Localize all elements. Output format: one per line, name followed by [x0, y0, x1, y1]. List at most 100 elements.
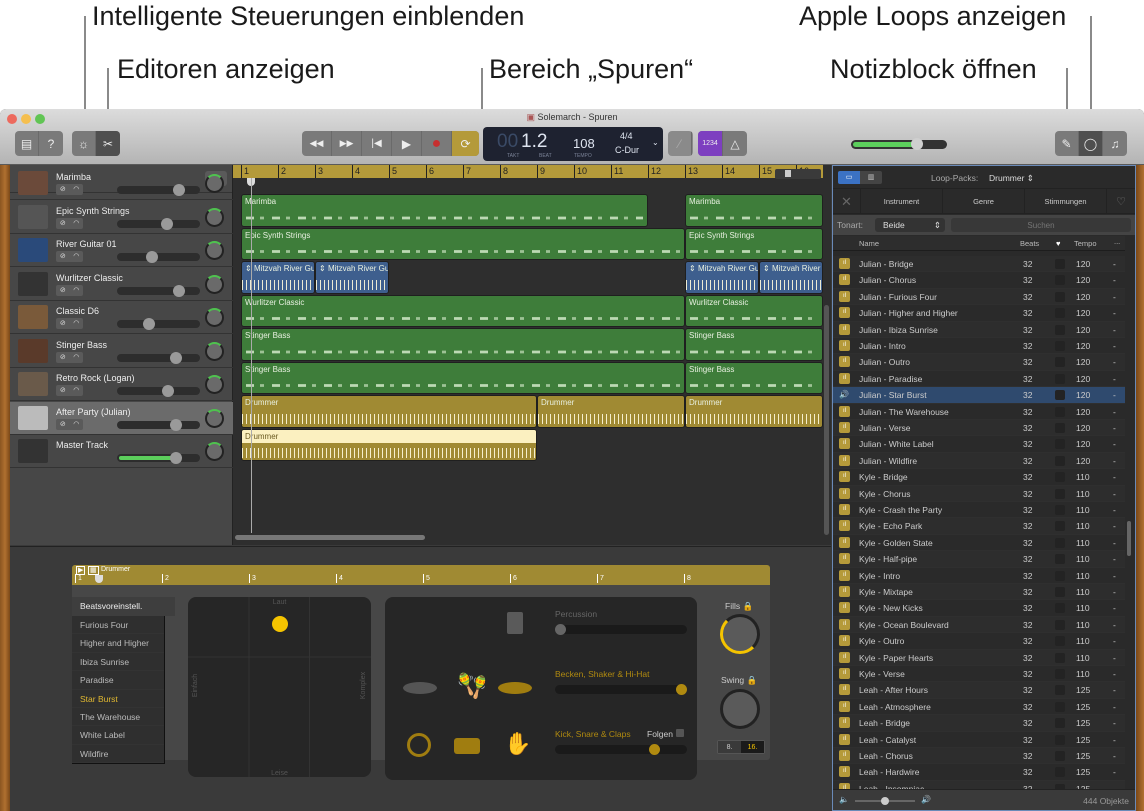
- favorite-checkbox[interactable]: [1055, 734, 1065, 745]
- pan-knob[interactable]: [205, 207, 224, 227]
- loop-row[interactable]: ıl Leah - Bridge 32 125 -: [833, 715, 1125, 732]
- favorite-checkbox[interactable]: [1055, 488, 1065, 499]
- loop-row[interactable]: ıl Leah - Atmosphere 32 125 -: [833, 699, 1125, 716]
- loop-row[interactable]: ıl Kyle - Echo Park 32 110 -: [833, 518, 1125, 535]
- favorite-checkbox[interactable]: [1055, 701, 1065, 712]
- favorite-checkbox[interactable]: [1055, 439, 1065, 450]
- mute-button[interactable]: ⊘: [56, 184, 70, 195]
- favorite-checkbox[interactable]: [1055, 291, 1065, 302]
- loop-row[interactable]: ıl Julian - Wildfire 32 120 -: [833, 452, 1125, 470]
- track-header[interactable]: Stinger Bass ⊘ ◠: [10, 335, 233, 368]
- favorite-checkbox[interactable]: [1055, 472, 1065, 483]
- loop-row[interactable]: ıl Leah - After Hours 32 125 -: [833, 682, 1125, 699]
- solo-button[interactable]: ◠: [70, 419, 84, 430]
- solo-button[interactable]: ◠: [70, 385, 84, 396]
- favorite-checkbox[interactable]: [1055, 751, 1065, 761]
- favorite-checkbox[interactable]: [1055, 390, 1065, 401]
- track-header[interactable]: Master Track: [10, 435, 233, 468]
- loop-packs-select[interactable]: Drummer ⇕: [989, 173, 1034, 184]
- claps-icon[interactable]: ✋: [504, 731, 531, 757]
- rewind-button[interactable]: ◀◀: [302, 131, 332, 156]
- help-icon[interactable]: ?: [39, 131, 63, 156]
- pan-knob[interactable]: [205, 375, 224, 394]
- favorite-checkbox[interactable]: [1055, 537, 1065, 548]
- preset-item[interactable]: Furious Four: [72, 616, 164, 635]
- media-browser-icon[interactable]: ♫: [1103, 131, 1127, 156]
- region[interactable]: Marimba: [241, 194, 648, 227]
- loop-row[interactable]: ıl Julian - Chorus 32 120 -: [833, 272, 1125, 289]
- forward-button[interactable]: ▶▶: [332, 131, 362, 156]
- col-tempo[interactable]: Tempo: [1074, 239, 1097, 248]
- preset-item[interactable]: Wildfire: [72, 744, 164, 764]
- button-view-icon[interactable]: ▭: [838, 171, 860, 184]
- preset-item[interactable]: White Label: [72, 726, 164, 745]
- loop-scrollbar[interactable]: [1127, 521, 1131, 556]
- solo-button[interactable]: ◠: [70, 318, 84, 329]
- mute-button[interactable]: ⊘: [56, 251, 70, 262]
- region[interactable]: Stinger Bass: [241, 328, 685, 361]
- favorite-checkbox[interactable]: [1055, 275, 1065, 286]
- col-beats[interactable]: Beats: [1020, 239, 1039, 248]
- favorite-checkbox[interactable]: [1055, 554, 1065, 565]
- percussion-slider-knob[interactable]: [555, 624, 566, 635]
- vertical-scrollbar[interactable]: [824, 305, 829, 535]
- region[interactable]: Drummer: [241, 428, 537, 461]
- loop-row[interactable]: ıl Kyle - Half-pipe 32 110 -: [833, 551, 1125, 568]
- mute-button[interactable]: ⊘: [56, 352, 70, 363]
- cycle-button[interactable]: ⟳: [452, 131, 479, 156]
- preview-volume-knob[interactable]: [881, 797, 889, 805]
- loop-row[interactable]: ıl Julian - Outro 32 120 -: [833, 354, 1125, 371]
- region[interactable]: ⇕ Mitzvah River Gui: [759, 261, 823, 294]
- swing-8-button[interactable]: 8.: [718, 741, 741, 753]
- kick-slider-knob[interactable]: [649, 744, 661, 755]
- region[interactable]: ⇕ Mitzvah River Gui: [685, 261, 759, 294]
- loop-row[interactable]: ıl Julian - Verse 32 120 -: [833, 420, 1125, 437]
- loop-row[interactable]: ıl Kyle - Chorus 32 110 -: [833, 485, 1125, 502]
- timeline-ruler[interactable]: 12345678910111213141516: [233, 165, 823, 193]
- library-icon[interactable]: ▤: [15, 131, 39, 156]
- xy-puck[interactable]: [271, 616, 288, 632]
- loop-row[interactable]: ıl Kyle - Verse 32 110 -: [833, 666, 1125, 683]
- track-header[interactable]: Marimba ⊘ ◠: [10, 167, 233, 200]
- volume-knob[interactable]: [145, 251, 158, 263]
- solo-button[interactable]: ◠: [70, 285, 84, 296]
- col-name[interactable]: Name: [859, 239, 879, 248]
- volume-slider[interactable]: [117, 318, 200, 330]
- editor-playhead[interactable]: [95, 575, 103, 583]
- hihat-icon[interactable]: [498, 682, 532, 694]
- count-in-button[interactable]: 1234: [698, 131, 723, 156]
- track-header[interactable]: Classic D6 ⊘ ◠: [10, 301, 233, 334]
- cymbals-slider-knob[interactable]: [676, 684, 687, 695]
- region[interactable]: Drummer: [685, 395, 823, 428]
- favorite-checkbox[interactable]: [1055, 767, 1065, 778]
- loops-icon[interactable]: ◯: [1079, 131, 1103, 156]
- volume-slider[interactable]: [117, 351, 200, 364]
- pan-knob[interactable]: [205, 408, 224, 428]
- favorite-checkbox[interactable]: [1055, 619, 1065, 630]
- loop-row[interactable]: ıl Julian - The Warehouse 32 120 -: [833, 404, 1125, 420]
- favorite-checkbox[interactable]: [1055, 570, 1065, 581]
- pan-knob[interactable]: [205, 241, 224, 260]
- volume-slider[interactable]: [117, 217, 200, 230]
- favorite-checkbox[interactable]: [1055, 718, 1065, 729]
- volume-slider[interactable]: [117, 452, 200, 464]
- volume-knob[interactable]: [169, 418, 182, 431]
- mute-button[interactable]: ⊘: [56, 285, 70, 296]
- lcd-chevron-icon[interactable]: ⌄: [652, 138, 659, 147]
- cymbal-icon[interactable]: [403, 682, 437, 694]
- pan-knob[interactable]: [205, 274, 224, 294]
- region[interactable]: Stinger Bass: [241, 361, 685, 394]
- column-view-icon[interactable]: ▥: [860, 171, 882, 184]
- loop-row[interactable]: ıl Kyle - New Kicks 32 110 -: [833, 600, 1125, 617]
- editors-icon[interactable]: ✂: [96, 131, 120, 156]
- notepad-icon[interactable]: ✎: [1055, 131, 1079, 156]
- fills-lock-icon[interactable]: 🔒: [742, 601, 753, 611]
- volume-slider[interactable]: [117, 184, 200, 196]
- region[interactable]: ⇕ Mitzvah River Gui: [315, 261, 389, 294]
- favorite-checkbox[interactable]: [1055, 341, 1065, 351]
- solo-button[interactable]: ◠: [70, 352, 84, 363]
- mute-button[interactable]: ⊘: [56, 218, 70, 229]
- snare-drum-icon[interactable]: [454, 738, 480, 754]
- key-select[interactable]: Beide ⇕: [875, 218, 945, 232]
- volume-knob[interactable]: [160, 217, 173, 230]
